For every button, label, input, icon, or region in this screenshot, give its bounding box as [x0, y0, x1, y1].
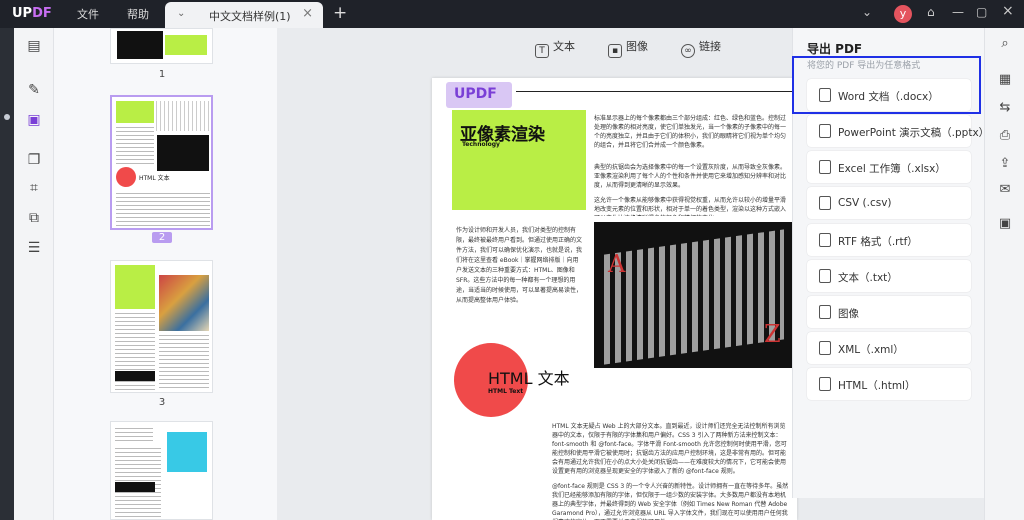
export-image-label: 图像: [838, 308, 859, 320]
collapse-handle-icon[interactable]: [4, 114, 10, 120]
add-text-label: 文本: [553, 40, 575, 53]
xml-file-icon: [819, 341, 831, 355]
chevron-down-icon[interactable]: ⌄: [862, 5, 872, 19]
html-text-sub: HTML Text: [488, 388, 524, 395]
search-icon[interactable]: ⌕: [995, 34, 1015, 54]
export-csv-button[interactable]: CSV (.csv): [807, 187, 971, 219]
menu-help[interactable]: 帮助: [127, 6, 149, 22]
save-icon[interactable]: ▣: [995, 214, 1015, 234]
organize-pages-icon[interactable]: ❐: [24, 150, 44, 170]
protect-icon[interactable]: ☰: [24, 238, 44, 258]
image-icon: ▪: [608, 44, 622, 58]
crop-icon[interactable]: ⌗: [24, 178, 44, 198]
paragraph-right-1: 标准显示器上的每个像素都由三个部分组成：红色、绿色和蓝色。控制过处理的像素的相对…: [594, 115, 787, 149]
tab-close-icon[interactable]: ×: [302, 6, 313, 21]
export-xml-label: XML（.xml）: [838, 344, 904, 356]
left-toolbar: ▤ ✎ ▣ ❐ ⌗ ⧉ ☰: [14, 28, 54, 520]
page-number-1: 1: [158, 69, 166, 80]
share-icon[interactable]: ⇪: [995, 154, 1015, 174]
page-heading-sub: Technology: [462, 141, 500, 148]
ocr-icon[interactable]: ▦: [995, 70, 1015, 90]
reader-icon[interactable]: ▤: [24, 36, 44, 56]
pdf-page[interactable]: UPDF 亚像素渲染 Technology 标准显示器上的每个像素都由三个部分组…: [432, 78, 797, 520]
tab-dropdown-icon[interactable]: ⌄: [177, 8, 185, 19]
thumbnail-panel: 1 HTML 文本 2 3: [54, 28, 277, 520]
menu-file[interactable]: 文件: [77, 6, 99, 22]
tab-title: 中文文档样例(1): [209, 10, 291, 23]
powerpoint-file-icon: [819, 124, 831, 138]
export-panel-title: 导出 PDF: [807, 42, 863, 56]
page-thumbnail-4[interactable]: [110, 421, 213, 520]
text-file-icon: [819, 269, 831, 283]
export-html-label: HTML（.html）: [838, 380, 916, 392]
export-powerpoint-button[interactable]: PowerPoint 演示文稿（.pptx）: [807, 115, 989, 147]
keyboard-image[interactable]: A Z: [594, 222, 794, 368]
document-tab[interactable]: ⌄ 中文文档样例(1) ×: [165, 2, 323, 28]
right-toolbar: ⌕ ▦ ⇆ ⎙ ⇪ ✉ ▣: [984, 28, 1024, 520]
export-txt-button[interactable]: 文本（.txt）: [807, 260, 971, 292]
page-number-2: 2: [152, 232, 172, 243]
edit-icon[interactable]: ▣: [24, 110, 44, 130]
left-edge-strip: [0, 28, 14, 520]
thumb-html-label: HTML 文本: [139, 175, 170, 182]
link-icon: ∞: [681, 44, 695, 58]
highlight-annotation-box: [792, 56, 981, 114]
html-file-icon: [819, 377, 831, 391]
export-csv-label: CSV (.csv): [838, 197, 892, 209]
convert-icon[interactable]: ⇆: [995, 98, 1015, 118]
avatar[interactable]: y: [894, 5, 912, 23]
page-thumbnail-2[interactable]: HTML 文本: [110, 95, 213, 230]
updf-logo: UPDF: [12, 6, 52, 21]
export-rtf-button[interactable]: RTF 格式（.rtf）: [807, 224, 971, 256]
close-window-icon[interactable]: ×: [1002, 3, 1014, 19]
minimize-icon[interactable]: —: [952, 5, 964, 19]
csv-file-icon: [819, 196, 831, 210]
maximize-icon[interactable]: ▢: [976, 5, 987, 19]
paragraph-bottom-2: @font-face 规则是 CSS 3 的一个令人兴奋的新特性。设计师拥有一直…: [552, 483, 789, 520]
excel-file-icon: [819, 160, 831, 174]
export-excel-label: Excel 工作簿（.xlsx）: [838, 163, 946, 175]
export-image-button[interactable]: 图像: [807, 296, 971, 328]
add-link-label: 链接: [699, 40, 721, 53]
forms-icon[interactable]: ⧉: [24, 208, 44, 228]
export-txt-label: 文本（.txt）: [838, 272, 898, 284]
page-thumbnail-1[interactable]: [110, 28, 213, 64]
page-thumbnail-3[interactable]: [110, 260, 213, 393]
mail-icon[interactable]: ✉: [995, 180, 1015, 200]
image-file-icon: [819, 305, 831, 319]
export-rtf-label: RTF 格式（.rtf）: [838, 236, 918, 248]
rtf-file-icon: [819, 233, 831, 247]
paragraph-right-2: 典型的抗锯齿会为选择像素中的每一个设置灰阶度，从而导致全灰像素。亚像素渲染利用了…: [594, 164, 787, 189]
export-powerpoint-label: PowerPoint 演示文稿（.pptx）: [838, 127, 990, 139]
add-image-label: 图像: [626, 40, 648, 53]
paragraph-right-3: 这允许一个像素从能够像素中获得视觉权重，从而允许以较小的增量平滑地改变元素的位置…: [594, 197, 787, 216]
export-excel-button[interactable]: Excel 工作簿（.xlsx）: [807, 151, 971, 183]
export-html-button[interactable]: HTML（.html）: [807, 368, 971, 400]
protect-file-icon[interactable]: ⎙: [995, 126, 1015, 146]
page-number-3: 3: [158, 397, 166, 408]
brand-text: UPDF: [454, 86, 497, 102]
new-tab-icon[interactable]: +: [333, 3, 347, 23]
export-xml-button[interactable]: XML（.xml）: [807, 332, 971, 364]
add-image-button[interactable]: ▪ 图像: [608, 38, 648, 58]
bell-icon[interactable]: ⌂: [927, 5, 935, 19]
letter-a-glyph: A: [608, 250, 626, 278]
comment-icon[interactable]: ✎: [24, 80, 44, 100]
add-text-button[interactable]: T 文本: [535, 38, 575, 58]
add-link-button[interactable]: ∞ 链接: [681, 38, 721, 58]
title-bar: UPDF 文件 帮助 ⌄ 中文文档样例(1) × + ⌄ y ⌂ — ▢ ×: [0, 0, 1024, 28]
paragraph-bottom-1: HTML 文本无疑占 Web 上的大部分文本。直到最近，设计师们还完全无法控制所…: [552, 423, 787, 475]
html-text-title: HTML 文本: [488, 369, 570, 388]
text-icon: T: [535, 44, 549, 58]
paragraph-left: 作为设计师和开发人员，我们对类型的控制有限，最终被最终用户看到。但通过使用正确的…: [456, 227, 582, 304]
letter-z-glyph: Z: [764, 320, 781, 348]
